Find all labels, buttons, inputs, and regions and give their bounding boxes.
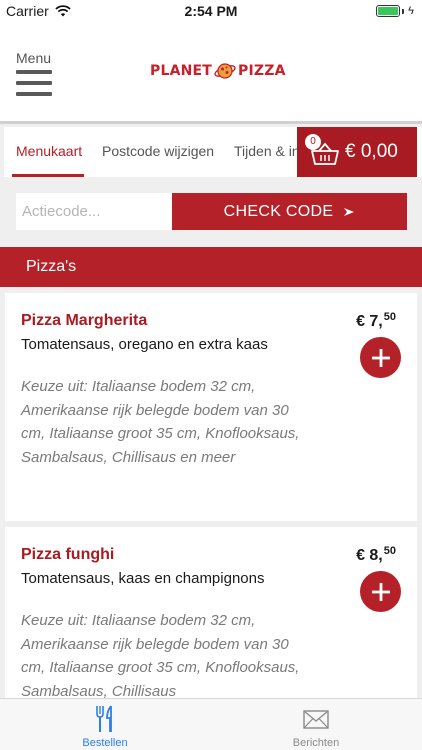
product-options: Keuze uit: Italiaanse bodem 32 cm, Ameri… (21, 378, 300, 466)
cart-count-badge: 0 (305, 134, 321, 150)
plus-icon (371, 582, 390, 601)
product-name: Pizza funghi (21, 546, 115, 563)
tab-postcode-wijzigen[interactable]: Postcode wijzigen (102, 143, 214, 159)
fork-knife-icon (96, 705, 112, 732)
product-card[interactable]: Pizza funghi Tomatensaus, kaas en champi… (5, 527, 417, 700)
add-to-cart-button[interactable] (360, 571, 401, 612)
logo-text-left: PLANET (150, 63, 213, 79)
tab-bestellen[interactable]: Bestellen (35, 705, 175, 749)
logo-text-right: PIZZA (238, 63, 286, 79)
cart-button[interactable]: 0 € 0,00 (297, 127, 417, 177)
add-to-cart-button[interactable] (360, 337, 401, 378)
app-header: Menu PLANET PIZZA (0, 22, 422, 124)
check-code-label: CHECK CODE (223, 202, 334, 220)
cart-total: € 0,00 (345, 141, 398, 162)
tab-menukaart[interactable]: Menukaart (16, 143, 82, 159)
charging-icon: ϟ (408, 5, 414, 17)
status-bar: Carrier 2:54 PM ϟ (0, 0, 422, 22)
menu-label: Menu (16, 50, 52, 66)
product-price: € 8,50 (356, 545, 396, 564)
product-name: Pizza Margherita (21, 312, 148, 329)
active-tab-indicator (12, 174, 84, 177)
arrow-right-icon (344, 207, 355, 216)
tab-bestellen-label: Bestellen (82, 737, 128, 749)
check-code-button[interactable]: CHECK CODE (172, 193, 407, 230)
promo-code-input[interactable] (16, 193, 172, 230)
clock: 2:54 PM (184, 3, 238, 19)
planet-pizza-logo: PLANET PIZZA (150, 60, 286, 82)
tab-berichten-label: Berichten (292, 737, 340, 749)
pizza-planet-icon (214, 63, 236, 79)
menu-button[interactable]: Menu (16, 50, 56, 103)
category-title: Pizza's (26, 258, 77, 275)
product-card[interactable]: Pizza Margherita Tomatensaus, oregano en… (5, 293, 417, 521)
plus-icon (371, 348, 390, 367)
bottom-tab-bar: Bestellen Berichten (0, 698, 422, 750)
battery-icon (376, 5, 401, 17)
battery-indicator: ϟ (376, 5, 414, 17)
envelope-icon (303, 710, 329, 729)
product-description: Tomatensaus, kaas en champignons (21, 570, 265, 587)
product-options: Keuze uit: Italiaanse bodem 32 cm, Ameri… (21, 612, 300, 700)
product-price: € 7,50 (356, 311, 396, 330)
hamburger-icon (16, 70, 56, 96)
category-header[interactable]: Pizza's (0, 247, 422, 287)
promo-code-row: CHECK CODE (16, 193, 407, 230)
tab-berichten[interactable]: Berichten (246, 705, 386, 749)
tab-tijden-info[interactable]: Tijden & in (234, 143, 300, 159)
product-description: Tomatensaus, oregano en extra kaas (21, 336, 268, 353)
